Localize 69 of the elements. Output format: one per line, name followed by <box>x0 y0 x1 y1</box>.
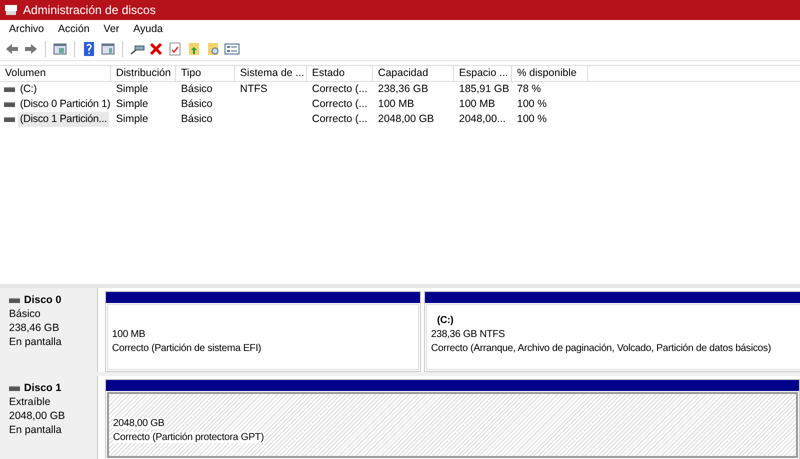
table-cell: 238,36 GB <box>378 83 428 95</box>
table-cell: 78 % <box>517 83 541 95</box>
disk-size: 238,46 GB <box>9 321 60 335</box>
table-cell: 2048,00... <box>459 113 506 125</box>
partition-status: Correcto (Partición de sistema EFI) <box>112 343 262 354</box>
checklist-icon[interactable] <box>167 41 183 57</box>
table-cell[interactable]: (C:) <box>18 82 39 97</box>
table-cell: Correcto (... <box>312 83 368 95</box>
table-cell: 100 MB <box>378 98 414 110</box>
table-cell: Simple <box>116 113 148 125</box>
table-cell: Simple <box>116 83 148 95</box>
table-cell[interactable]: (Disco 0 Partición 1) <box>18 97 112 112</box>
panel-icon[interactable] <box>100 41 116 57</box>
console-tree-icon[interactable] <box>52 41 68 57</box>
disk-status: En pantalla <box>9 335 63 349</box>
menu-item[interactable]: Acción <box>51 23 97 35</box>
disk-name: Disco 1 <box>24 381 62 395</box>
disk-status: En pantalla <box>9 423 63 437</box>
back-arrow-icon[interactable] <box>4 41 20 57</box>
menu-item[interactable]: Archivo <box>2 23 52 35</box>
partition-status: Correcto (Arranque, Archivo de paginación, Volcado, Partición de datos básicos) <box>431 343 771 354</box>
partition-size: 100 MB <box>112 329 146 340</box>
table-cell: Básico <box>181 98 213 110</box>
table-cell: 100 MB <box>459 98 496 110</box>
disk-type: Extraíble <box>9 395 52 409</box>
table-cell: Básico <box>181 83 213 95</box>
table-cell: Básico <box>181 113 213 125</box>
table-cell[interactable]: (Disco 1 Partición... <box>18 112 109 127</box>
table-cell: Correcto (... <box>312 113 368 125</box>
drive-icon <box>9 298 20 302</box>
column-header[interactable]: % disponible <box>512 66 588 82</box>
table-cell: Correcto (... <box>312 98 368 110</box>
disk-type: Básico <box>9 307 42 321</box>
partition-name: (C:) <box>436 314 454 328</box>
window-title: Administración de discos <box>23 3 156 17</box>
drive-icon <box>4 102 15 107</box>
menu-item[interactable]: Ayuda <box>126 23 170 35</box>
drive-icon <box>4 87 15 92</box>
folder-up-icon[interactable] <box>186 41 202 57</box>
table-cell: Simple <box>116 98 148 110</box>
table-cell: 100 % <box>517 113 547 125</box>
partition-block[interactable]: 100 MB Correcto (Partición de sistema EFI) <box>105 291 421 372</box>
table-cell: 100 % <box>517 98 547 110</box>
drive-icon <box>4 117 15 122</box>
column-header[interactable]: Sistema de ... <box>235 66 307 82</box>
table-cell: NTFS <box>240 83 268 95</box>
menu-item[interactable]: Ver <box>96 23 126 35</box>
table-cell: 2048,00 GB <box>378 113 434 125</box>
column-header[interactable]: Estado <box>307 66 373 82</box>
disk-size: 2048,00 GB <box>9 409 66 423</box>
column-header[interactable]: Distribución <box>111 66 176 82</box>
table-cell: 185,91 GB <box>459 83 510 95</box>
forward-arrow-icon[interactable] <box>23 41 39 57</box>
disk-management-icon <box>4 4 18 16</box>
column-header[interactable]: Volumen <box>0 66 111 82</box>
column-header[interactable]: Tipo <box>176 66 235 82</box>
properties-icon[interactable] <box>224 41 240 57</box>
partition-status: Correcto (Partición protectora GPT) <box>113 432 264 443</box>
disk-name: Disco 0 <box>24 293 62 307</box>
delete-icon[interactable] <box>148 41 164 57</box>
column-header[interactable]: Capacidad <box>373 66 454 82</box>
column-header[interactable]: Espacio ... <box>454 66 512 82</box>
partition-size: 238,36 GB NTFS <box>431 329 505 340</box>
partition-block[interactable]: (C:) 238,36 GB NTFS Correcto (Arranque, Archivo de paginación, Volcado, Partición de datos básicos) <box>424 291 800 372</box>
help-icon[interactable] <box>81 41 97 57</box>
partition-size: 2048,00 GB <box>113 418 164 429</box>
folder-search-icon[interactable] <box>205 41 221 57</box>
drive-icon <box>9 386 20 390</box>
partition-block[interactable]: 2048,00 GB Correcto (Partición protectora GPT) <box>105 379 800 459</box>
